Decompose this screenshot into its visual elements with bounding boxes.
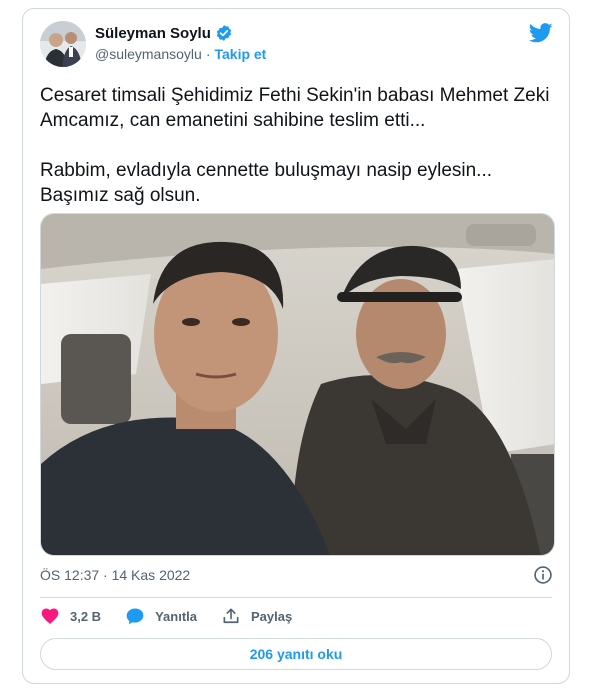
reply-bubble-icon [126, 608, 144, 625]
like-button[interactable]: 3,2 B [40, 606, 101, 626]
read-replies-button[interactable]: 206 yanıtı oku [40, 638, 552, 670]
tweet-paragraph: Cesaret timsali Şehidimiz Fethi Sekin'in… [40, 85, 550, 131]
reply-button[interactable]: Yanıtla [125, 606, 197, 626]
follow-button[interactable]: Takip et [214, 46, 266, 62]
author-name[interactable]: Süleyman Soylu [95, 25, 211, 42]
tweet-photo[interactable] [40, 213, 555, 556]
share-button[interactable]: Paylaş [221, 606, 292, 626]
heart-icon [41, 608, 59, 624]
author-handle[interactable]: @suleymansoylu [95, 46, 202, 62]
action-bar: 3,2 B Yanıtla Paylaş [40, 606, 316, 626]
tweet-timestamp[interactable]: ÖS 12:37 · 14 Kas 2022 [40, 567, 190, 583]
divider [40, 597, 552, 598]
info-icon[interactable] [533, 565, 553, 585]
reply-label: Yanıtla [155, 608, 197, 624]
share-label: Paylaş [251, 608, 293, 624]
like-count: 3,2 B [70, 608, 102, 624]
verified-badge-icon [216, 25, 231, 41]
tweet-paragraph: Rabbim, evladıyla cennette buluşmayı nas… [40, 160, 493, 206]
avatar[interactable] [40, 21, 86, 67]
tweet-card: Süleyman Soylu @suleymansoylu · Takip et… [22, 8, 570, 684]
twitter-bird-icon[interactable] [529, 23, 553, 43]
share-icon [223, 608, 239, 624]
tweet-text: Cesaret timsali Şehidimiz Fethi Sekin'in… [40, 83, 550, 208]
separator-dot: · [205, 46, 211, 62]
